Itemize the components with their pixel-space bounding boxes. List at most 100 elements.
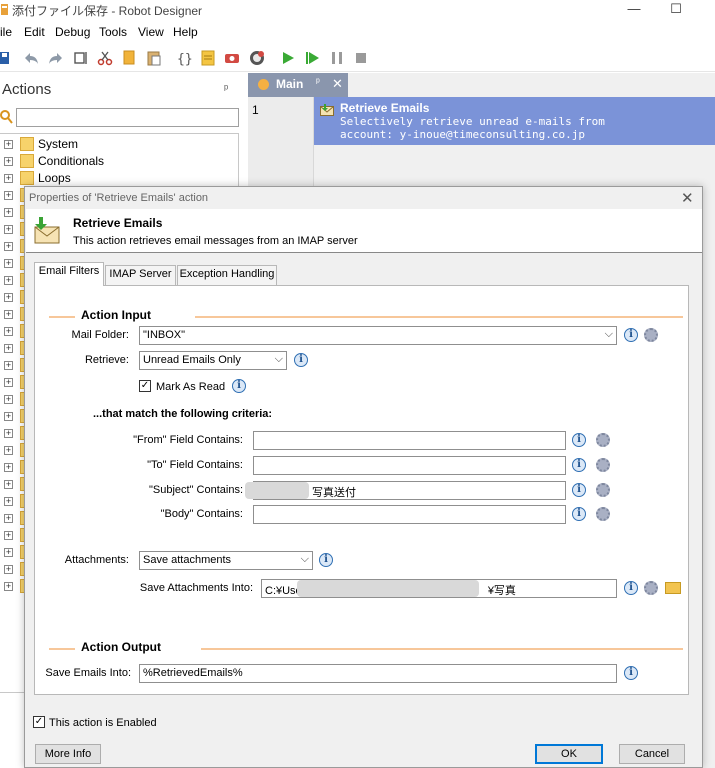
select-icon[interactable] — [73, 50, 89, 66]
expand-icon[interactable]: + — [4, 310, 13, 319]
notes-icon[interactable] — [200, 50, 216, 66]
menu-view[interactable]: View — [138, 25, 164, 39]
menu-debug[interactable]: Debug — [55, 25, 90, 39]
expand-icon[interactable]: + — [4, 582, 13, 591]
info-icon[interactable]: i — [572, 433, 586, 447]
body-label: "Body" Contains: — [160, 508, 243, 520]
code-braces-icon[interactable]: {} — [176, 50, 192, 66]
toolbar: {} — [0, 44, 715, 72]
ok-button[interactable]: OK — [535, 744, 603, 764]
web-recorder-icon[interactable] — [249, 50, 265, 66]
expand-icon[interactable]: + — [4, 565, 13, 574]
undo-icon[interactable] — [24, 50, 40, 66]
retrieve-combobox[interactable]: Unread Emails Only ⌵ — [139, 351, 287, 370]
info-icon[interactable]: i — [624, 581, 638, 595]
mark-as-read-checkbox[interactable]: ✓ — [139, 380, 151, 392]
expand-icon[interactable]: + — [4, 480, 13, 489]
expand-icon[interactable]: + — [4, 395, 13, 404]
tab-exception-handling[interactable]: Exception Handling — [177, 265, 277, 285]
maximize-button[interactable]: ☐ — [654, 0, 698, 20]
info-icon[interactable]: i — [319, 553, 333, 567]
info-icon[interactable]: i — [572, 458, 586, 472]
redo-icon[interactable] — [47, 50, 63, 66]
expand-icon[interactable]: + — [4, 225, 13, 234]
attachments-combobox[interactable]: Save attachments ⌵ — [139, 551, 313, 570]
tree-item-system[interactable]: + System — [0, 136, 238, 153]
recorder-icon[interactable] — [224, 50, 240, 66]
expand-icon[interactable]: + — [4, 259, 13, 268]
menu-edit[interactable]: Edit — [24, 25, 45, 39]
gear-icon[interactable] — [596, 507, 610, 521]
tab-imap-server[interactable]: IMAP Server — [105, 265, 176, 285]
action-enabled-checkbox[interactable]: ✓ — [33, 716, 45, 728]
expand-icon[interactable]: + — [4, 531, 13, 540]
info-icon[interactable]: i — [624, 666, 638, 680]
tree-item-loops[interactable]: + Loops — [0, 170, 238, 187]
run-next-icon[interactable] — [304, 50, 320, 66]
gear-icon[interactable] — [596, 458, 610, 472]
expand-icon[interactable]: + — [4, 514, 13, 523]
dialog-close-icon[interactable]: ✕ — [681, 189, 694, 207]
tab-main[interactable]: Main ᵖ ✕ — [248, 73, 348, 97]
expand-icon[interactable]: + — [4, 412, 13, 421]
cut-icon[interactable] — [97, 50, 113, 66]
tree-item-conditionals[interactable]: + Conditionals — [0, 153, 238, 170]
expand-icon[interactable]: + — [4, 157, 13, 166]
body-input[interactable] — [253, 505, 566, 524]
cancel-button[interactable]: Cancel — [619, 744, 685, 764]
pause-icon[interactable] — [329, 50, 345, 66]
expand-icon[interactable]: + — [4, 429, 13, 438]
to-input[interactable] — [253, 456, 566, 475]
tab-close-icon[interactable]: ✕ — [332, 76, 343, 92]
info-icon[interactable]: i — [572, 507, 586, 521]
info-icon[interactable]: i — [624, 328, 638, 342]
action-row-retrieve-emails[interactable]: Retrieve Emails Selectively retrieve unr… — [314, 97, 715, 145]
gear-icon[interactable] — [596, 483, 610, 497]
expand-icon[interactable]: + — [4, 497, 13, 506]
from-input[interactable] — [253, 431, 566, 450]
run-icon[interactable] — [280, 50, 296, 66]
mail-folder-combobox[interactable]: "INBOX" ⌵ — [139, 326, 617, 345]
menu-tools[interactable]: Tools — [99, 25, 127, 39]
folder-browse-icon[interactable] — [665, 582, 681, 594]
expand-icon[interactable]: + — [4, 361, 13, 370]
more-info-button[interactable]: More Info — [35, 744, 101, 764]
expand-icon[interactable]: + — [4, 344, 13, 353]
tab-pin-icon[interactable]: ᵖ — [316, 77, 320, 88]
expand-icon[interactable]: + — [4, 548, 13, 557]
pin-icon[interactable]: ᵖ — [224, 83, 228, 95]
chevron-down-icon[interactable]: ⌵ — [275, 353, 283, 366]
expand-icon[interactable]: + — [4, 463, 13, 472]
chevron-down-icon[interactable]: ⌵ — [301, 553, 309, 566]
gear-icon[interactable] — [644, 328, 658, 342]
paste-icon[interactable] — [146, 50, 162, 66]
chevron-down-icon[interactable]: ⌵ — [605, 328, 613, 341]
save-emails-input[interactable]: %RetrievedEmails% — [139, 664, 617, 683]
expand-icon[interactable]: + — [4, 174, 13, 183]
gear-icon[interactable] — [644, 581, 658, 595]
expand-icon[interactable]: + — [4, 378, 13, 387]
minimize-button[interactable]: — — [612, 0, 656, 20]
save-icon[interactable] — [0, 50, 10, 66]
actions-panel-title: Actions — [2, 81, 52, 98]
stop-icon[interactable] — [353, 50, 369, 66]
expand-icon[interactable]: + — [4, 191, 13, 200]
section-divider — [201, 648, 683, 650]
menu-file[interactable]: ile — [0, 25, 12, 39]
expand-icon[interactable]: + — [4, 208, 13, 217]
expand-icon[interactable]: + — [4, 293, 13, 302]
copy-icon[interactable] — [122, 50, 138, 66]
expand-icon[interactable]: + — [4, 327, 13, 336]
expand-icon[interactable]: + — [4, 140, 13, 149]
menu-help[interactable]: Help — [173, 25, 198, 39]
expand-icon[interactable]: + — [4, 276, 13, 285]
gear-icon[interactable] — [596, 433, 610, 447]
info-icon[interactable]: i — [572, 483, 586, 497]
expand-icon[interactable]: + — [4, 446, 13, 455]
action-input-heading: Action Input — [81, 308, 151, 322]
info-icon[interactable]: i — [294, 353, 308, 367]
info-icon[interactable]: i — [232, 379, 246, 393]
tab-email-filters[interactable]: Email Filters — [34, 262, 104, 286]
expand-icon[interactable]: + — [4, 242, 13, 251]
actions-search-input[interactable] — [16, 108, 239, 127]
